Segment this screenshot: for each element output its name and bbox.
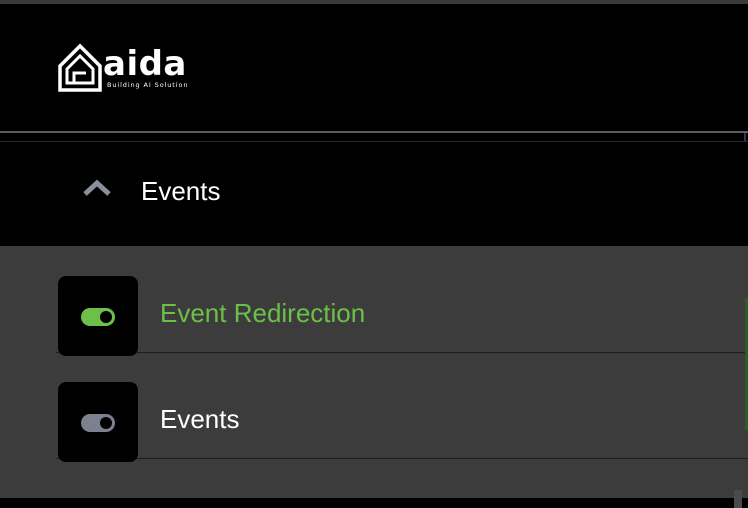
menu-item-label: Event Redirection: [160, 298, 366, 328]
events-section-header[interactable]: Events: [0, 141, 748, 247]
section-title: Events: [141, 176, 221, 206]
menu-item-label: Events: [160, 404, 240, 434]
menu-item-events[interactable]: Events: [56, 352, 748, 462]
house-logo-icon: [58, 43, 102, 92]
window-top-bar: [0, 0, 748, 4]
scrollbar-thumb[interactable]: [734, 490, 742, 508]
menu-item-icon-tile: [58, 276, 138, 356]
brand-tagline: Building AI Solution: [107, 81, 189, 89]
brand-name: aida: [103, 44, 187, 84]
toggle-on-icon: [81, 308, 115, 326]
toggle-off-icon: [81, 414, 115, 432]
header-divider: [0, 131, 748, 133]
brand-logo[interactable]: aida Building AI Solution: [58, 42, 203, 92]
events-menu-panel: Event Redirection Events: [0, 246, 748, 498]
app-frame: aida Building AI Solution Events Event R…: [0, 0, 748, 508]
menu-item-event-redirection[interactable]: Event Redirection: [56, 246, 748, 356]
menu-item-icon-tile: [58, 382, 138, 462]
chevron-up-icon[interactable]: [82, 178, 112, 198]
